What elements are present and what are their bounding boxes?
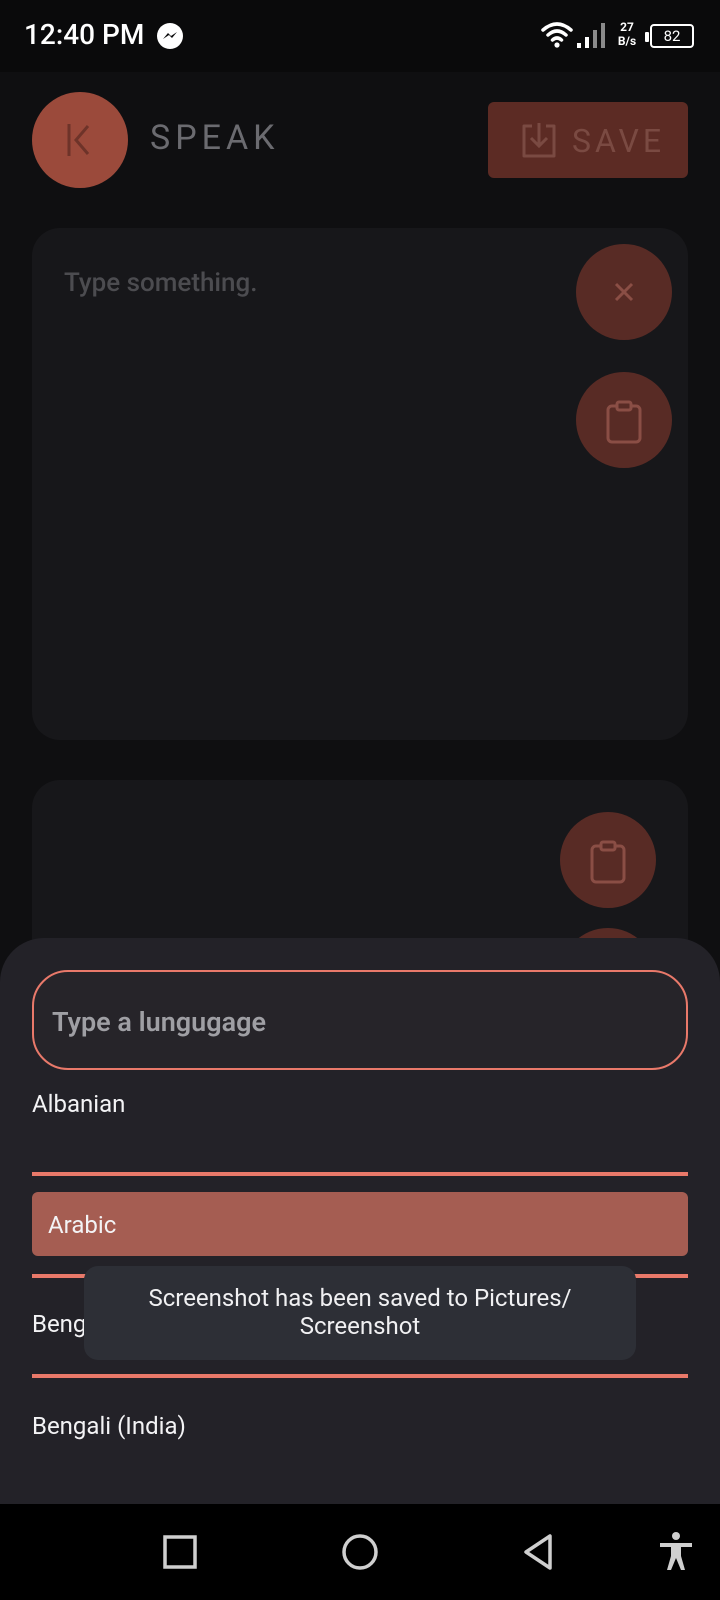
toast-line-1: Screenshot has been saved to Pictures/	[148, 1284, 572, 1312]
network-speed-unit: B/s	[617, 34, 637, 48]
save-button[interactable]: SAVE	[488, 102, 688, 178]
back-icon	[524, 1534, 552, 1570]
status-bar: 12:40 PM 27 B/s 82	[0, 0, 720, 72]
clipboard-icon	[606, 400, 642, 444]
status-time: 12:40 PM	[24, 18, 145, 51]
close-icon	[614, 282, 634, 302]
save-label: SAVE	[572, 122, 666, 160]
signal-icon	[577, 23, 605, 48]
paste-button[interactable]	[576, 372, 672, 468]
battery-indicator: 82	[645, 24, 694, 48]
accessibility-icon	[660, 1532, 692, 1570]
recents-button[interactable]	[156, 1528, 204, 1576]
back-to-start-icon	[67, 124, 90, 156]
network-speed: 27 B/s	[612, 20, 642, 48]
screenshot-saved-toast: Screenshot has been saved to Pictures/ S…	[84, 1266, 636, 1360]
text-input-placeholder: Type something.	[64, 268, 258, 298]
divider	[32, 1172, 688, 1176]
network-speed-value: 27	[620, 20, 634, 34]
language-search-placeholder: Type a lungugage	[52, 1006, 266, 1038]
language-picker-sheet: Type a lungugage Albanian Arabic Bengali…	[0, 938, 720, 1504]
language-search-input[interactable]: Type a lungugage	[32, 970, 688, 1070]
language-option-albanian[interactable]: Albanian	[32, 1072, 688, 1136]
home-button[interactable]	[336, 1528, 384, 1576]
system-navigation-bar	[0, 1504, 720, 1600]
wifi-icon	[541, 22, 573, 48]
language-option-label: Bengali (India)	[32, 1412, 186, 1440]
language-option-bengali-india[interactable]: Bengali (India)	[32, 1394, 688, 1458]
accessibility-button[interactable]	[652, 1528, 700, 1576]
home-icon	[342, 1534, 378, 1570]
clear-text-button[interactable]	[576, 244, 672, 340]
download-icon	[522, 123, 556, 158]
page-title: SPEAK	[150, 118, 280, 158]
toast-line-2: Screenshot	[299, 1312, 421, 1340]
back-button[interactable]	[32, 92, 128, 188]
text-input-card[interactable]: Type something.	[32, 228, 688, 740]
divider	[32, 1374, 688, 1378]
toast-message: Screenshot has been saved to Pictures/ S…	[84, 1284, 636, 1340]
language-option-arabic[interactable]: Arabic	[32, 1192, 688, 1256]
clipboard-icon	[590, 840, 626, 884]
language-option-label: Albanian	[32, 1090, 126, 1118]
back-nav-button[interactable]	[516, 1528, 564, 1576]
recents-icon	[163, 1535, 197, 1569]
copy-output-button[interactable]	[560, 812, 656, 908]
messenger-icon	[157, 23, 183, 49]
language-option-label: Arabic	[48, 1211, 117, 1239]
